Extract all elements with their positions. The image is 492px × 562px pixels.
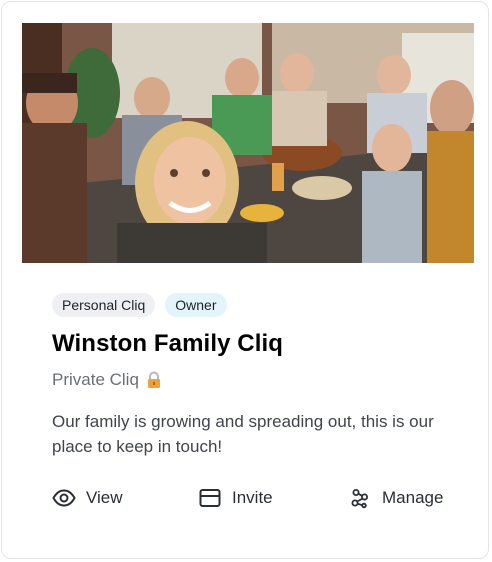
family-dinner-photo	[22, 23, 474, 263]
cover-photo	[22, 23, 474, 263]
view-button[interactable]: View	[52, 486, 123, 510]
invite-button[interactable]: Invite	[198, 486, 273, 510]
card-icon	[199, 489, 221, 507]
badge-row: Personal Cliq Owner	[52, 293, 227, 317]
badge-personal-cliq: Personal Cliq	[52, 293, 156, 317]
nodes-icon	[351, 489, 368, 509]
badge-owner: Owner	[165, 293, 227, 317]
privacy-label: Private Cliq	[52, 370, 139, 389]
manage-button[interactable]: Manage	[348, 486, 443, 510]
eye-icon	[52, 489, 76, 507]
privacy-status: Private Cliq	[52, 370, 163, 390]
cliq-description: Our family is growing and spreading out,…	[52, 412, 434, 456]
invite-label: Invite	[232, 488, 273, 507]
cliq-title: Winston Family Cliq	[52, 330, 284, 357]
action-bar: View Invite Manage	[52, 486, 452, 516]
cliq-card: Personal Cliq Owner Winston Family Cliq …	[1, 1, 489, 559]
lock-icon	[147, 371, 160, 388]
manage-label: Manage	[382, 488, 444, 507]
view-label: View	[86, 488, 123, 507]
